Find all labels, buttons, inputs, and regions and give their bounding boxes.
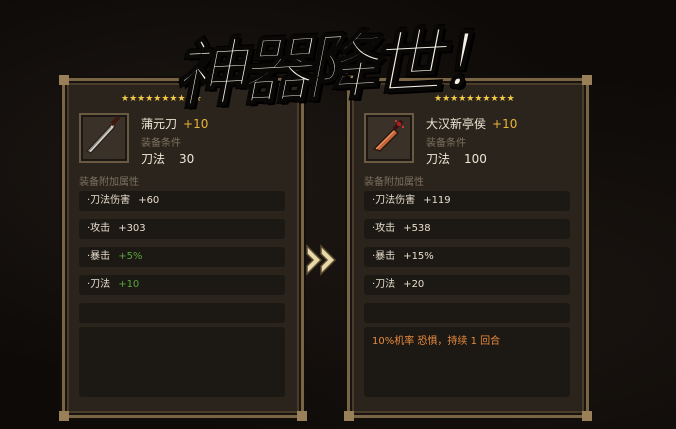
title-calligraphy: 神器降世！: [168, 2, 508, 122]
attribute-value: +60: [138, 195, 160, 206]
attribute-label: ·攻击: [372, 223, 396, 234]
requirement-number: 30: [179, 152, 195, 166]
corner-ornament: [59, 411, 69, 421]
attribute-label: ·攻击: [87, 223, 111, 234]
corner-ornament: [297, 411, 307, 421]
attributes-title: 装备附加属性: [364, 177, 424, 188]
attribute-row: ·刀法伤害 +119: [364, 191, 570, 211]
attribute-row-empty: [364, 303, 570, 323]
attribute-row-empty: [79, 303, 285, 323]
attribute-row: ·攻击 +303: [79, 219, 285, 239]
requirement-label: 装备条件: [426, 138, 466, 149]
attribute-value: +15%: [403, 251, 434, 262]
attribute-label: ·刀法: [372, 279, 396, 290]
special-effect-box: 10%机率 恐惧，持续 1 回合: [364, 327, 570, 397]
attribute-row: ·刀法伤害 +60: [79, 191, 285, 211]
requirement-skill: 刀法: [141, 152, 166, 166]
attribute-label: ·刀法伤害: [87, 195, 131, 206]
corner-ornament: [582, 75, 592, 85]
requirement-label: 装备条件: [141, 138, 181, 149]
attribute-row: ·刀法 +20: [364, 275, 570, 295]
attributes-title: 装备附加属性: [79, 177, 139, 188]
double-chevron-right-icon: [303, 242, 343, 278]
attribute-value: +10: [118, 279, 140, 290]
broadsword-icon[interactable]: [79, 113, 129, 163]
new-item-panel: ★★★★★★★★★★ 大汉新亭侯 +10 装备条件 刀法 100 装备附加属性 ·刀…: [344, 75, 592, 421]
attribute-row: ·暴击 +15%: [364, 247, 570, 267]
old-item-panel: ★★★★★★★★★★ 蒲元刀 +10 装备条件 刀法 30 装备附加属性 ·刀法伤害…: [59, 75, 307, 421]
corner-ornament: [59, 75, 69, 85]
requirement-number: 100: [464, 152, 487, 166]
corner-ornament: [344, 411, 354, 421]
attribute-value: +5%: [118, 251, 143, 262]
attribute-value: +538: [403, 223, 431, 234]
attribute-value: +303: [118, 223, 146, 234]
attribute-value: +119: [423, 195, 451, 206]
attribute-label: ·暴击: [372, 251, 396, 262]
special-effect-box-empty: [79, 327, 285, 397]
special-effect-text: 10%机率 恐惧，持续 1 回合: [372, 336, 501, 347]
corner-ornament: [582, 411, 592, 421]
requirement-value: 刀法 100: [426, 150, 487, 167]
requirement-skill: 刀法: [426, 152, 451, 166]
attribute-value: +20: [403, 279, 425, 290]
attribute-label: ·暴击: [87, 251, 111, 262]
attribute-row: ·暴击 +5%: [79, 247, 285, 267]
requirement-value: 刀法 30: [141, 150, 194, 167]
attribute-label: ·刀法: [87, 279, 111, 290]
attribute-label: ·刀法伤害: [372, 195, 416, 206]
attribute-row: ·攻击 +538: [364, 219, 570, 239]
attribute-row: ·刀法 +10: [79, 275, 285, 295]
title-text: 神器降世！: [170, 14, 506, 118]
